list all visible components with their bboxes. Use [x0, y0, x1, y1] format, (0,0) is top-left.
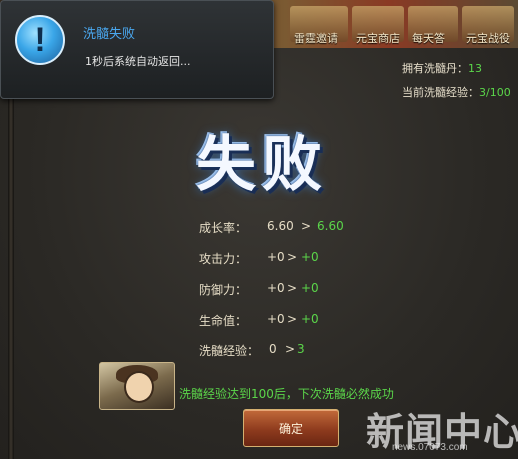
stat-new-value: 6.60 — [317, 219, 344, 233]
success-tip: 洗髓经验达到100后，下次洗髓必然成功 — [179, 387, 394, 401]
pills-count: 拥有洗髓丹：13 — [402, 60, 482, 76]
exp-label: 当前洗髓经验： — [402, 86, 479, 99]
watermark-url: news.07073.com — [392, 442, 468, 453]
confirm-button[interactable]: 确定 — [243, 409, 339, 447]
stat-old-value: +0 — [267, 250, 285, 264]
stat-label: 生命值： — [199, 314, 248, 328]
panel-frame — [8, 48, 14, 459]
current-exp: 当前洗髓经验：3/100 — [402, 84, 511, 100]
stat-new-value: +0 — [301, 250, 319, 264]
stat-arrow: > — [287, 250, 298, 264]
pills-value: 13 — [468, 62, 482, 75]
stat-label: 成长率： — [199, 221, 248, 235]
notification-message: 1秒后系统自动返回... — [85, 55, 191, 68]
stat-old-value: 0 — [269, 342, 277, 356]
stat-arrow: > — [285, 342, 296, 356]
stat-label: 防御力： — [199, 283, 248, 297]
stat-old-value: +0 — [267, 281, 285, 295]
banner-tag[interactable]: 雷霆邀请 — [294, 30, 338, 46]
stat-label: 洗髓经验： — [199, 344, 260, 358]
exclamation-mark: ! — [34, 21, 46, 59]
stat-label: 攻击力： — [199, 252, 248, 266]
pills-label: 拥有洗髓丹： — [402, 62, 468, 75]
npc-portrait — [99, 362, 175, 410]
failure-notification: ! 洗髓失败 1秒后系统自动返回... — [0, 0, 274, 99]
stat-new-value: +0 — [301, 281, 319, 295]
notification-title: 洗髓失败 — [83, 27, 136, 42]
stat-arrow: > — [287, 312, 298, 326]
stat-arrow: > — [287, 281, 298, 295]
stat-old-value: 6.60 — [267, 219, 294, 233]
stat-new-value: 3 — [297, 342, 305, 356]
banner-tag[interactable]: 元宝战役 — [466, 30, 510, 46]
result-title: 失败 — [196, 130, 328, 200]
exp-value: 3/100 — [479, 86, 511, 99]
banner-tag[interactable]: 元宝商店 — [356, 30, 400, 46]
banner-tag[interactable]: 每天答 — [412, 30, 445, 46]
exclamation-icon: ! — [15, 15, 65, 65]
stat-new-value: +0 — [301, 312, 319, 326]
stat-arrow: > — [301, 219, 312, 233]
stat-old-value: +0 — [267, 312, 285, 326]
